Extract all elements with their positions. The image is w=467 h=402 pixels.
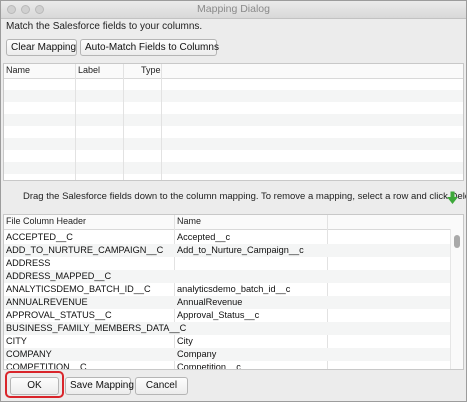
file-column-cell: CITY [6,336,27,346]
file-column-cell: ADD_TO_NURTURE_CAMPAIGN__C [6,245,164,255]
file-column-cell: COMPANY [6,349,52,359]
title-bar: Mapping Dialog [1,1,466,19]
ok-highlight-annotation [5,371,64,398]
table-row[interactable]: CITY City [4,335,451,348]
salesforce-field-cell: Approval_Status__c [177,310,260,320]
column-header-file-column[interactable]: File Column Header [6,216,86,226]
table-row[interactable]: ACCEPTED__C Accepted__c [4,231,451,244]
salesforce-field-cell: AnnualRevenue [177,297,243,307]
salesforce-fields-table[interactable]: Name Label Type [3,63,464,181]
file-column-cell: ANALYTICSDEMO_BATCH_ID__C [6,284,151,294]
down-arrow-icon [447,191,458,204]
instruction-text: Match the Salesforce fields to your colu… [6,21,203,32]
mapping-table-header: File Column Header Name [4,215,463,230]
column-header-type[interactable]: Type [141,65,161,75]
empty-row [4,90,463,102]
salesforce-field-cell: analyticsdemo_batch_id__c [177,284,291,294]
table-row[interactable]: ADDRESS_MAPPED__C [4,270,451,283]
file-column-cell: ACCEPTED__C [6,232,73,242]
column-mapping-table[interactable]: File Column Header Name ACCEPTED__C Accep… [3,214,464,370]
cancel-button[interactable]: Cancel [135,377,188,395]
salesforce-field-cell: Competition__c [177,362,241,370]
file-column-cell: BUSINESS_FAMILY_MEMBERS_DATA__C [6,323,187,333]
clear-mapping-button[interactable]: Clear Mapping [6,39,77,56]
file-column-cell: ANNUALREVENUE [6,297,88,307]
salesforce-field-cell: Accepted__c [177,232,231,242]
table-row[interactable]: ANALYTICSDEMO_BATCH_ID__C analyticsdemo_b… [4,283,451,296]
table-row[interactable]: ANNUALREVENUE AnnualRevenue [4,296,451,309]
fields-table-header: Name Label Type [4,64,463,79]
auto-match-button[interactable]: Auto-Match Fields to Columns [80,39,219,56]
window-title: Mapping Dialog [197,3,270,15]
table-row[interactable]: COMPANY Company [4,348,451,361]
table-row[interactable]: APPROVAL_STATUS__C Approval_Status__c [4,309,451,322]
column-divider [75,64,76,180]
table-row[interactable]: COMPETITION__C Competition__c [4,361,451,370]
column-divider [161,64,162,180]
mapping-dialog: Mapping Dialog Match the Salesforce fiel… [0,0,467,402]
table-row[interactable]: BUSINESS_FAMILY_MEMBERS_DATA__C [4,322,451,335]
file-column-cell: COMPETITION__C [6,362,87,370]
column-divider [123,64,124,180]
salesforce-field-cell: Add_to_Nurture_Campaign__c [177,245,304,255]
salesforce-field-cell: City [177,336,193,346]
salesforce-field-cell: Company [177,349,217,359]
column-header-label[interactable]: Label [78,65,100,75]
table-row[interactable]: ADD_TO_NURTURE_CAMPAIGN__C Add_to_Nurture… [4,244,451,257]
table-row[interactable]: ADDRESS [4,257,451,270]
vertical-scrollbar[interactable] [450,229,463,369]
file-column-cell: ADDRESS_MAPPED__C [6,271,112,281]
drag-instruction: Drag the Salesforce fields down to the c… [23,191,467,202]
save-mapping-button[interactable]: Save Mapping [65,377,134,395]
column-header-salesforce-name[interactable]: Name [177,216,201,226]
empty-row [4,114,463,126]
file-column-cell: ADDRESS [6,258,51,268]
scrollbar-thumb[interactable] [454,235,460,248]
column-header-name[interactable]: Name [6,65,30,75]
empty-row [4,138,463,150]
file-column-cell: APPROVAL_STATUS__C [6,310,112,320]
empty-row [4,162,463,174]
